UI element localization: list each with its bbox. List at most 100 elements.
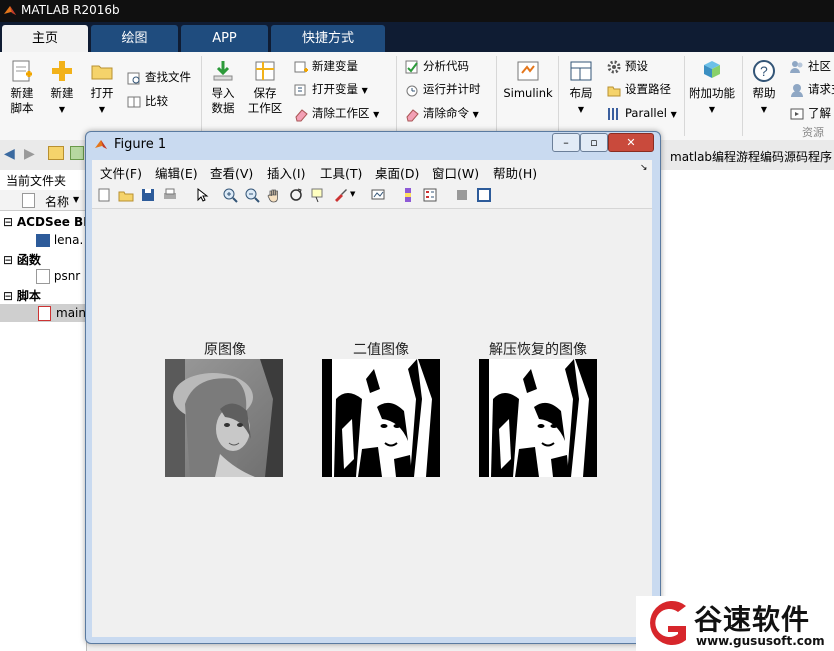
tree-file-main[interactable]: main	[0, 304, 86, 322]
help-button[interactable]: ? 帮助 ▼	[748, 58, 780, 117]
open-label: 打开	[90, 86, 114, 100]
new-variable-button[interactable]: 新建变量	[293, 57, 358, 75]
eraser-icon	[295, 108, 308, 121]
tab-plots[interactable]: 绘图	[91, 25, 178, 52]
menu-edit[interactable]: 编辑(E)	[155, 163, 198, 182]
compare-button[interactable]: 比较	[126, 92, 168, 110]
compare-label: 比较	[145, 94, 168, 108]
community-button[interactable]: 社区	[789, 57, 831, 75]
app-title: MATLAB R2016b	[21, 3, 120, 17]
figure-canvas[interactable]: 原图像 二值图像 解压恢复的图像	[92, 209, 652, 637]
new-figure-icon[interactable]	[96, 187, 112, 203]
tree-group-scripts[interactable]: ⊟ 脚本	[3, 287, 41, 304]
save-workspace-label: 保存 工作区	[247, 86, 283, 115]
zoom-out-icon[interactable]	[244, 187, 260, 203]
legend-icon[interactable]	[422, 187, 438, 203]
up-folder-icon[interactable]	[48, 146, 64, 160]
open-variable-button[interactable]: 打开变量 ▼	[293, 80, 368, 98]
tab-shortcuts[interactable]: 快捷方式	[271, 25, 385, 52]
menu-help[interactable]: 帮助(H)	[493, 163, 537, 182]
save-icon[interactable]	[140, 187, 156, 203]
menu-desktop[interactable]: 桌面(D)	[375, 163, 419, 182]
menu-insert[interactable]: 插入(I)	[267, 163, 305, 182]
community-label: 社区	[808, 59, 831, 73]
tree-file-lena[interactable]: lena.	[36, 233, 83, 247]
figure-toolbar: ▼	[92, 182, 652, 209]
tree-group-functions[interactable]: ⊟ 函数	[3, 251, 41, 268]
brush-icon[interactable]	[332, 187, 348, 203]
new-script-button[interactable]: 新建 脚本	[4, 58, 40, 116]
clear-commands-label: 清除命令	[423, 106, 469, 120]
open-button[interactable]: 打开 ▼	[86, 58, 118, 117]
ribbon-separator	[684, 56, 685, 136]
minimize-button[interactable]: –	[552, 133, 580, 152]
simulink-button[interactable]: Simulink	[502, 58, 554, 101]
menu-view[interactable]: 查看(V)	[210, 163, 253, 182]
collapse-icon: ⊟	[3, 215, 14, 229]
figure-titlebar[interactable]: Figure 1 – ▫ ✕	[86, 132, 660, 158]
menu-tools[interactable]: 工具(T)	[320, 163, 362, 182]
collapse-icon: ⊟	[3, 289, 14, 303]
brush-dropdown-icon[interactable]: ▼	[350, 190, 355, 198]
tree-file-psnr[interactable]: psnr	[36, 269, 80, 284]
request-support-button[interactable]: 请求支	[789, 80, 834, 98]
menu-file[interactable]: 文件(F)	[100, 163, 142, 182]
open-variable-icon	[294, 84, 306, 95]
preferences-button[interactable]: 预设	[606, 57, 648, 75]
close-button[interactable]: ✕	[608, 133, 654, 152]
back-icon[interactable]: ◀	[4, 146, 15, 162]
tab-home[interactable]: 主页	[2, 25, 88, 52]
select-arrow-icon[interactable]	[194, 187, 210, 203]
analyze-code-button[interactable]: 分析代码	[404, 57, 469, 75]
clear-commands-button[interactable]: 清除命令 ▼	[404, 104, 479, 122]
name-header-label: 名称	[45, 195, 70, 209]
dock-arrow-icon[interactable]: ↘	[640, 163, 648, 173]
tab-apps[interactable]: APP	[181, 25, 268, 52]
save-workspace-icon	[255, 61, 275, 81]
command-window-area[interactable]	[656, 170, 834, 651]
watermark-url: www.gususoft.com	[696, 634, 825, 648]
compare-icon	[127, 96, 141, 107]
rotate-3d-icon[interactable]	[288, 187, 304, 203]
maximize-button[interactable]: ▫	[580, 133, 608, 152]
save-workspace-button[interactable]: 保存 工作区	[246, 58, 284, 116]
original-image	[165, 359, 283, 477]
pan-hand-icon[interactable]	[266, 187, 282, 203]
tree-group-acdsee[interactable]: ⊟ ACDSee BM	[3, 215, 95, 229]
current-folder-panel: 当前文件夹 名称 ▼ ⊟ ACDSee BM lena. ⊟ 函数 psnr ⊟…	[0, 170, 95, 651]
open-file-icon[interactable]	[118, 187, 134, 203]
clear-workspace-button[interactable]: 清除工作区 ▼	[293, 104, 379, 122]
link-plot-icon[interactable]	[370, 187, 386, 203]
run-and-time-icon	[406, 85, 418, 96]
current-path[interactable]: matlab编程游程编码源码程序	[670, 148, 832, 165]
show-plot-tools-icon[interactable]	[476, 187, 492, 203]
add-ons-button[interactable]: 附加功能 ▼	[688, 58, 736, 117]
data-cursor-icon[interactable]	[310, 187, 326, 203]
function-file-icon	[36, 269, 50, 284]
new-button[interactable]: 新建 ▼	[46, 58, 78, 117]
learn-label: 了解	[808, 106, 831, 120]
find-files-label: 查找文件	[145, 70, 191, 84]
menu-window[interactable]: 窗口(W)	[432, 163, 479, 182]
colorbar-icon[interactable]	[400, 187, 416, 203]
run-and-time-label: 运行并计时	[423, 82, 481, 96]
find-files-button[interactable]: 查找文件	[126, 68, 191, 86]
ribbon-separator	[396, 56, 397, 136]
zoom-in-icon[interactable]	[222, 187, 238, 203]
learn-button[interactable]: 了解	[789, 104, 831, 122]
layout-button[interactable]: 布局 ▼	[564, 58, 598, 117]
set-path-button[interactable]: 设置路径	[606, 80, 671, 98]
parallel-dropdown-icon: ▼	[670, 110, 677, 119]
import-data-button[interactable]: 导入 数据	[206, 58, 240, 116]
name-column-header[interactable]: 名称 ▼	[0, 190, 86, 211]
watermark: 谷速软件 www.gususoft.com	[636, 596, 834, 651]
hide-plot-tools-icon[interactable]	[454, 187, 470, 203]
request-support-label: 请求支	[808, 82, 834, 96]
binary-image	[322, 359, 440, 477]
forward-icon[interactable]: ▶	[24, 146, 35, 162]
run-and-time-button[interactable]: 运行并计时	[404, 80, 481, 98]
parallel-button[interactable]: Parallel ▼	[606, 104, 677, 122]
browse-folder-icon[interactable]	[70, 146, 84, 160]
preferences-label: 预设	[625, 59, 648, 73]
print-icon[interactable]	[162, 187, 178, 203]
